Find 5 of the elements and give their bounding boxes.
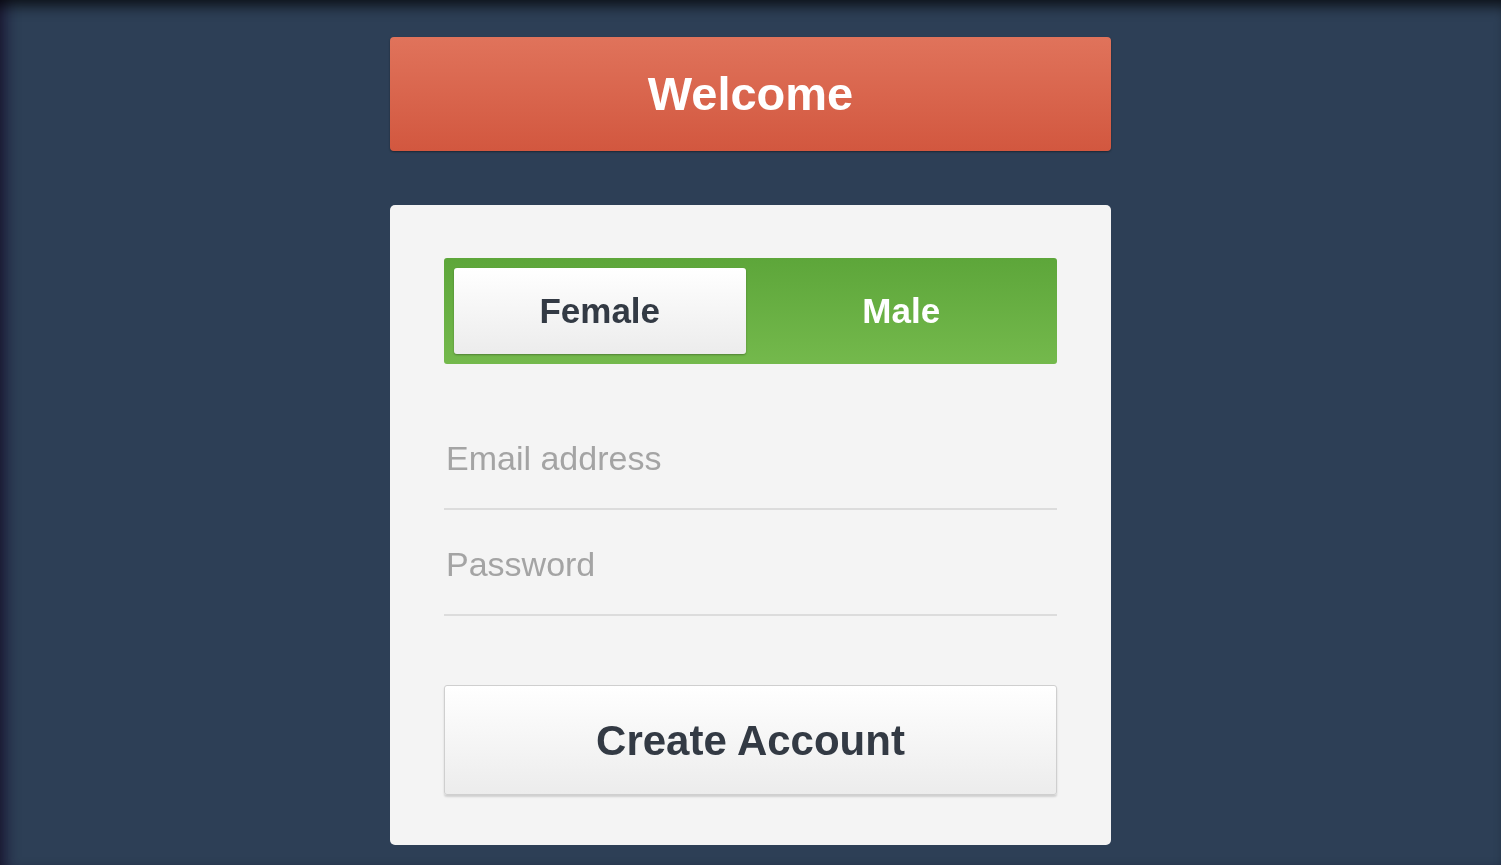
gender-option[interactable]: Female	[454, 268, 746, 354]
input-field[interactable]: Password	[444, 510, 1057, 616]
create-account-button[interactable]: Create Account	[444, 685, 1057, 795]
welcome-banner: Welcome	[390, 37, 1111, 151]
input-field[interactable]: Email address	[444, 404, 1057, 510]
